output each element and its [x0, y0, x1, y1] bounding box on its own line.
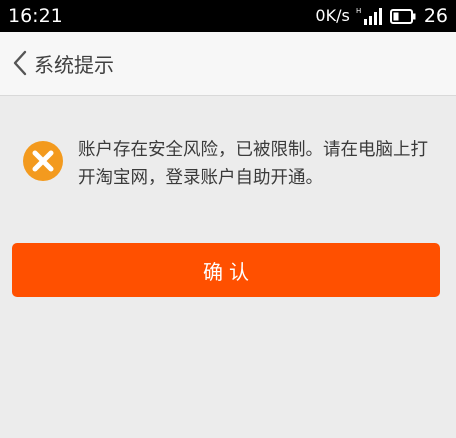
chevron-left-icon: [13, 50, 27, 76]
signal-icon: H: [356, 7, 382, 25]
status-bar: 16:21 0K/s H 26: [0, 0, 456, 32]
page-title: 系统提示: [34, 52, 114, 77]
confirm-button[interactable]: 确认: [12, 243, 440, 297]
network-speed: 0K/s: [315, 6, 350, 25]
battery-icon: [389, 8, 416, 24]
back-button[interactable]: 系统提示: [12, 46, 114, 80]
status-indicators: 0K/s H 26: [315, 5, 448, 27]
nav-bar: 系统提示: [0, 32, 456, 96]
error-message: 账户存在安全风险，已被限制。请在电脑上打开淘宝网，登录账户自助开通。: [78, 140, 428, 188]
battery-level: 26: [423, 5, 448, 27]
svg-text:H: H: [356, 7, 361, 15]
close-circle-icon: [23, 141, 63, 181]
status-time: 16:21: [8, 5, 63, 27]
